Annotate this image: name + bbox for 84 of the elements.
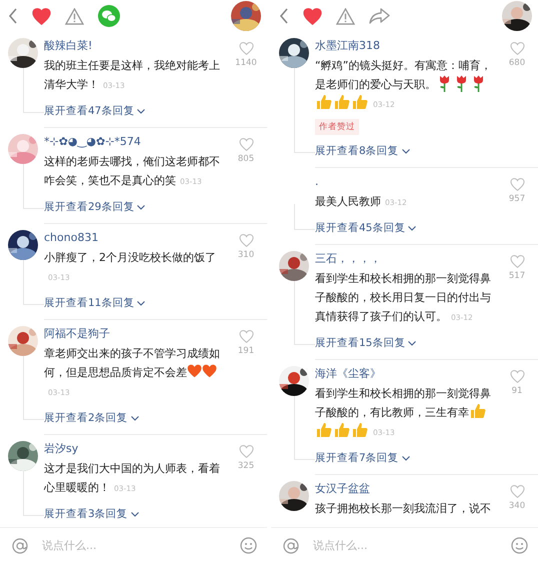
like-count: 91 bbox=[512, 386, 522, 396]
thread-line bbox=[23, 164, 44, 209]
like-count: 340 bbox=[508, 501, 526, 511]
username[interactable]: . bbox=[315, 174, 495, 190]
username[interactable]: 海洋《尘客》 bbox=[315, 366, 495, 382]
warning-icon[interactable] bbox=[65, 8, 84, 24]
expand-replies-link[interactable]: 展开查看15条回复 bbox=[315, 333, 416, 353]
thread-line bbox=[294, 281, 315, 345]
like-count: 957 bbox=[508, 194, 526, 204]
heart-icon[interactable] bbox=[32, 8, 51, 24]
thread-line bbox=[23, 68, 44, 113]
comment-text: 孩子拥抱校长那一刻我流泪了，说不 bbox=[315, 501, 492, 517]
chevron-down-icon bbox=[137, 204, 146, 210]
username[interactable]: *⊹✿◕‿◕✿⊹*574 bbox=[44, 134, 224, 150]
expand-replies-link[interactable]: 展开查看47条回复 bbox=[44, 101, 146, 121]
thumbs-up-icon bbox=[470, 403, 486, 419]
expand-replies-link[interactable]: 展开查看2条回复 bbox=[44, 408, 139, 428]
chevron-down-icon bbox=[408, 226, 416, 230]
chevron-down-icon bbox=[130, 416, 139, 420]
comment-input[interactable]: 说点什么... bbox=[40, 538, 228, 553]
thread-line bbox=[23, 471, 44, 516]
thread-line bbox=[294, 396, 315, 460]
like-count: 191 bbox=[238, 346, 254, 356]
heart-icon bbox=[187, 364, 202, 378]
expand-replies-link[interactable]: 展开查看11条回复 bbox=[44, 293, 146, 313]
chevron-down-icon bbox=[130, 512, 139, 516]
chevron-down-icon bbox=[408, 340, 416, 346]
expand-replies-link[interactable]: 展开查看29条回复 bbox=[44, 197, 146, 217]
username[interactable]: 女汉子盆盆 bbox=[315, 481, 495, 497]
rose-icon bbox=[455, 75, 468, 92]
thread-line bbox=[23, 260, 44, 305]
chevron-down-icon bbox=[137, 300, 146, 306]
like-count: 310 bbox=[238, 250, 254, 260]
username[interactable]: 水墨江南318 bbox=[315, 38, 495, 54]
warning-icon[interactable] bbox=[336, 8, 355, 24]
heart-outline-icon[interactable] bbox=[510, 485, 524, 498]
share-icon[interactable] bbox=[369, 8, 390, 24]
like-count: 325 bbox=[238, 461, 254, 471]
thumbs-up-icon bbox=[352, 422, 368, 438]
username[interactable]: chono831 bbox=[44, 230, 224, 246]
username[interactable]: 酸辣白菜! bbox=[44, 38, 224, 54]
thumbs-up-icon bbox=[316, 94, 332, 110]
username[interactable]: 三石，，，， bbox=[315, 251, 495, 267]
thumbs-up-icon bbox=[316, 422, 332, 438]
username[interactable]: 阿福不是狗子 bbox=[44, 326, 224, 342]
username[interactable]: 岩汐sy bbox=[44, 441, 224, 457]
heart-icon bbox=[202, 364, 217, 378]
thumbs-up-icon bbox=[334, 94, 350, 110]
heart-outline-icon[interactable] bbox=[238, 330, 254, 343]
heart-outline-icon[interactable] bbox=[238, 234, 254, 247]
heart-outline-icon[interactable] bbox=[510, 370, 524, 383]
thread-line bbox=[23, 356, 44, 420]
chevron-down-icon bbox=[137, 108, 146, 114]
like-count: 805 bbox=[238, 154, 254, 164]
expand-replies-link[interactable]: 展开查看45条回复 bbox=[315, 218, 416, 238]
heart-outline-icon[interactable] bbox=[238, 42, 254, 55]
like-count: 680 bbox=[508, 58, 526, 68]
smiley-icon[interactable] bbox=[511, 537, 528, 554]
expand-replies-link[interactable]: 展开查看7条回复 bbox=[315, 448, 410, 468]
like-count: 1140 bbox=[235, 58, 257, 68]
back-button[interactable] bbox=[279, 8, 289, 24]
expand-replies-link[interactable]: 展开查看3条回复 bbox=[44, 504, 139, 524]
back-button[interactable] bbox=[8, 8, 18, 24]
heart-outline-icon[interactable] bbox=[238, 445, 254, 458]
heart-outline-icon[interactable] bbox=[510, 255, 524, 268]
expand-replies-link[interactable]: 展开查看8条回复 bbox=[315, 141, 410, 161]
rose-icon bbox=[472, 75, 485, 92]
at-icon[interactable] bbox=[12, 538, 28, 554]
comment-input[interactable]: 说点什么... bbox=[311, 538, 499, 553]
wechat-icon[interactable] bbox=[98, 5, 120, 27]
heart-outline-icon[interactable] bbox=[238, 138, 254, 151]
chevron-down-icon bbox=[402, 148, 410, 154]
smiley-icon[interactable] bbox=[240, 537, 257, 554]
heart-outline-icon[interactable] bbox=[510, 178, 524, 191]
thumbs-up-icon bbox=[334, 422, 350, 438]
rose-icon bbox=[438, 75, 451, 92]
heart-icon[interactable] bbox=[303, 8, 322, 24]
like-count: 517 bbox=[508, 271, 526, 281]
at-icon[interactable] bbox=[283, 538, 299, 554]
author-liked-tag: 作者赞过 bbox=[315, 119, 359, 135]
thread-line bbox=[294, 204, 315, 230]
thumbs-up-icon bbox=[352, 94, 368, 110]
heart-outline-icon[interactable] bbox=[510, 42, 524, 55]
chevron-down-icon bbox=[402, 456, 410, 460]
